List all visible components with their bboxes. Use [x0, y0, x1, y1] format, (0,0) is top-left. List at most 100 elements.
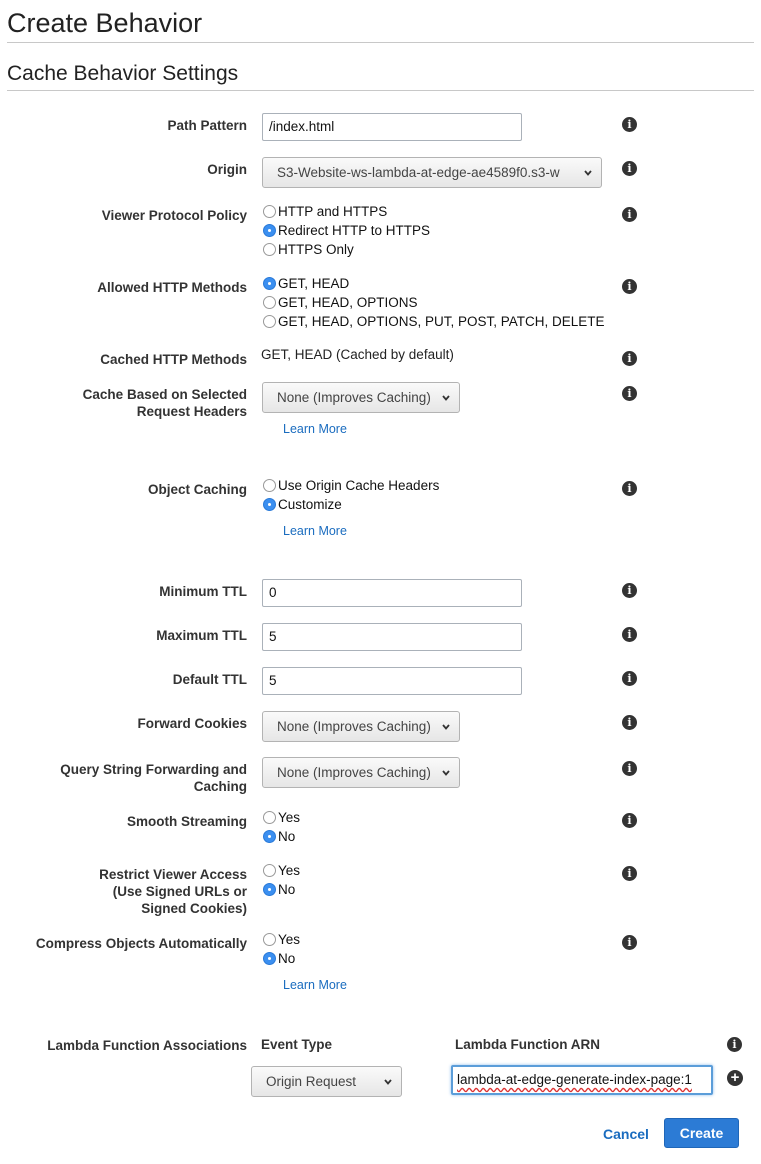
chevron-down-icon	[442, 770, 450, 776]
radio-customize[interactable]: Customize	[263, 496, 342, 514]
info-icon[interactable]: i	[622, 481, 637, 496]
path-pattern-input[interactable]: /index.html	[262, 113, 522, 141]
radio-label: Yes	[278, 863, 301, 878]
cancel-button[interactable]: Cancel	[603, 1126, 649, 1142]
info-icon[interactable]: i	[622, 117, 637, 132]
learn-more-link[interactable]: Learn More	[283, 978, 347, 992]
max-ttl-label: Maximum TTL	[156, 628, 247, 643]
info-icon[interactable]: i	[622, 583, 637, 598]
radio-button[interactable]	[263, 224, 276, 237]
radio-button[interactable]	[263, 205, 276, 218]
compress-label: Compress Objects Automatically	[35, 936, 247, 951]
min-ttl-input[interactable]: 0	[262, 579, 522, 607]
query-string-select-value: None (Improves Caching)	[277, 765, 431, 780]
cache-headers-select[interactable]: None (Improves Caching)	[262, 382, 460, 413]
forward-cookies-select[interactable]: None (Improves Caching)	[262, 711, 460, 742]
event-type-select[interactable]: Origin Request	[251, 1066, 402, 1097]
radio-http-and-https[interactable]: HTTP and HTTPS	[263, 203, 387, 221]
radio-button[interactable]	[263, 811, 276, 824]
radio-label: GET, HEAD, OPTIONS	[278, 295, 418, 310]
lambda-associations-label: Lambda Function Associations	[47, 1038, 247, 1053]
label-line: Query String Forwarding and	[60, 762, 247, 777]
viewer-protocol-label: Viewer Protocol Policy	[101, 208, 247, 223]
radio-label: Customize	[278, 497, 342, 512]
radio-redirect-http-to-https[interactable]: Redirect HTTP to HTTPS	[263, 222, 430, 240]
radio-button[interactable]	[263, 933, 276, 946]
info-icon[interactable]: i	[622, 207, 637, 222]
default-ttl-input[interactable]: 5	[262, 667, 522, 695]
chevron-down-icon	[442, 395, 450, 401]
radio-https-only[interactable]: HTTPS Only	[263, 241, 354, 259]
radio-label: GET, HEAD, OPTIONS, PUT, POST, PATCH, DE…	[278, 314, 605, 329]
object-caching-label: Object Caching	[147, 482, 247, 497]
radio-smooth-no[interactable]: No	[263, 828, 295, 846]
event-type-header: Event Type	[261, 1037, 333, 1052]
radio-button[interactable]	[263, 883, 276, 896]
info-icon[interactable]: i	[727, 1037, 742, 1052]
radio-all-methods[interactable]: GET, HEAD, OPTIONS, PUT, POST, PATCH, DE…	[263, 313, 605, 331]
radio-button[interactable]	[263, 315, 276, 328]
label-line: Cache Based on Selected	[82, 387, 247, 402]
radio-button[interactable]	[263, 952, 276, 965]
radio-button[interactable]	[263, 864, 276, 877]
radio-button[interactable]	[263, 243, 276, 256]
radio-button[interactable]	[263, 498, 276, 511]
radio-smooth-yes[interactable]: Yes	[263, 809, 300, 827]
radio-button[interactable]	[263, 296, 276, 309]
chevron-down-icon	[584, 170, 592, 176]
origin-select[interactable]: S3-Website-ws-lambda-at-edge-ae4589f0.s3…	[262, 157, 602, 188]
cache-headers-select-value: None (Improves Caching)	[277, 390, 431, 405]
radio-label: Yes	[278, 932, 301, 947]
max-ttl-input[interactable]: 5	[262, 623, 522, 651]
radio-restrict-yes[interactable]: Yes	[263, 862, 300, 880]
radio-compress-no[interactable]: No	[263, 950, 295, 968]
lambda-arn-value: lambda-at-edge-generate-index-page:1	[457, 1072, 692, 1087]
query-string-label: Query String Forwarding and Caching	[0, 761, 247, 795]
radio-label: No	[278, 951, 296, 966]
origin-label: Origin	[207, 162, 247, 177]
radio-compress-yes[interactable]: Yes	[263, 931, 300, 949]
info-icon[interactable]: i	[622, 866, 637, 881]
label-line: Signed Cookies)	[141, 901, 247, 916]
radio-get-head[interactable]: GET, HEAD	[263, 275, 349, 293]
radio-label: HTTP and HTTPS	[278, 204, 388, 219]
info-icon[interactable]: i	[622, 161, 637, 176]
info-icon[interactable]: i	[622, 351, 637, 366]
forward-cookies-select-value: None (Improves Caching)	[277, 719, 431, 734]
min-ttl-label: Minimum TTL	[159, 584, 247, 599]
radio-use-origin-cache-headers[interactable]: Use Origin Cache Headers	[263, 477, 439, 495]
info-icon[interactable]: i	[622, 671, 637, 686]
smooth-streaming-label: Smooth Streaming	[126, 814, 247, 829]
info-icon[interactable]: i	[622, 627, 637, 642]
cached-methods-label: Cached HTTP Methods	[100, 352, 247, 367]
learn-more-link[interactable]: Learn More	[283, 524, 347, 538]
chevron-down-icon	[442, 724, 450, 730]
origin-select-value: S3-Website-ws-lambda-at-edge-ae4589f0.s3…	[277, 165, 560, 180]
page-title: Create Behavior	[7, 8, 203, 38]
info-icon[interactable]: i	[622, 715, 637, 730]
title-divider	[7, 42, 754, 43]
info-icon[interactable]: i	[622, 935, 637, 950]
label-line: (Use Signed URLs or	[112, 884, 247, 899]
section-divider	[7, 90, 754, 91]
radio-restrict-no[interactable]: No	[263, 881, 295, 899]
create-button[interactable]: Create	[664, 1118, 739, 1148]
chevron-down-icon	[384, 1079, 392, 1085]
radio-button[interactable]	[263, 277, 276, 290]
section-title: Cache Behavior Settings	[7, 62, 239, 85]
lambda-arn-input[interactable]: lambda-at-edge-generate-index-page:1	[451, 1065, 713, 1095]
info-icon[interactable]: i	[622, 386, 637, 401]
lambda-arn-header: Lambda Function ARN	[455, 1037, 600, 1052]
info-icon[interactable]: i	[622, 279, 637, 294]
info-icon[interactable]: i	[622, 761, 637, 776]
path-pattern-label: Path Pattern	[167, 118, 247, 133]
learn-more-link[interactable]: Learn More	[283, 422, 347, 436]
radio-get-head-options[interactable]: GET, HEAD, OPTIONS	[263, 294, 418, 312]
info-icon[interactable]: i	[622, 813, 637, 828]
radio-button[interactable]	[263, 479, 276, 492]
plus-circle-icon[interactable]: +	[727, 1070, 743, 1086]
radio-label: GET, HEAD	[278, 276, 350, 291]
allowed-methods-label: Allowed HTTP Methods	[97, 280, 247, 295]
query-string-select[interactable]: None (Improves Caching)	[262, 757, 460, 788]
radio-button[interactable]	[263, 830, 276, 843]
